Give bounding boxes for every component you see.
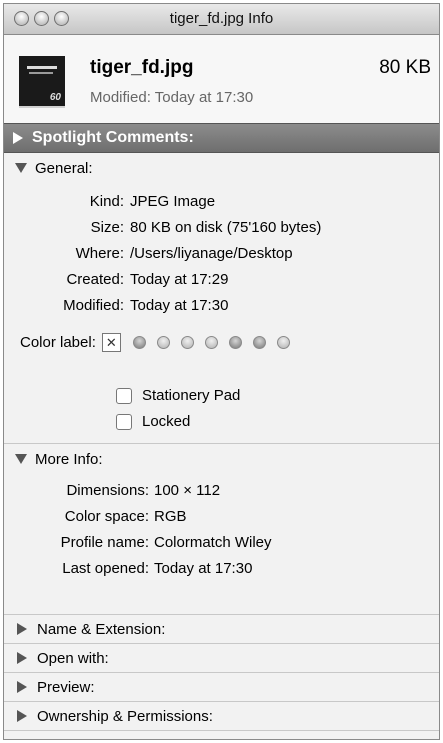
ownership-permissions-label: Ownership & Permissions: <box>37 707 213 725</box>
where-row: Where: /Users/liyanage/Desktop <box>4 245 293 262</box>
disclosure-right-icon <box>17 710 27 722</box>
modified-value: Today at 17:30 <box>130 297 229 314</box>
general-section: General: Kind: JPEG Image Size: 80 KB on… <box>4 153 439 444</box>
color-dot-green[interactable] <box>204 336 218 349</box>
thumbnail-number: 60 <box>49 92 61 103</box>
color-dot-gray[interactable] <box>276 336 290 349</box>
color-label-text: Color label: <box>20 334 96 351</box>
profile-name-row: Profile name: Colormatch Wiley <box>4 534 272 551</box>
color-dot-purple[interactable] <box>252 336 266 349</box>
more-info-header[interactable]: More Info: <box>4 444 439 474</box>
file-header: 60 tiger_fd.jpg 80 KB Modified: Today at… <box>4 35 439 123</box>
created-row: Created: Today at 17:29 <box>4 271 228 288</box>
created-value: Today at 17:29 <box>130 271 229 288</box>
modified-row: Modified: Today at 17:30 <box>4 297 228 314</box>
disclosure-down-icon <box>15 454 27 464</box>
ownership-permissions-header[interactable]: Ownership & Permissions: <box>4 702 439 731</box>
info-window: tiger_fd.jpg Info 60 tiger_fd.jpg 80 KB … <box>3 3 440 740</box>
where-value: /Users/liyanage/Desktop <box>130 245 293 262</box>
profile-name-key: Profile name: <box>60 534 149 551</box>
modified-key: Modified: <box>63 297 124 314</box>
locked-row[interactable]: Locked <box>116 413 190 430</box>
kind-row: Kind: JPEG Image <box>4 193 215 210</box>
color-space-value: RGB <box>154 508 187 525</box>
name-extension-label: Name & Extension: <box>37 620 166 638</box>
where-key: Where: <box>75 245 124 262</box>
last-opened-row: Last opened: Today at 17:30 <box>4 560 252 577</box>
disclosure-right-icon <box>13 132 23 144</box>
last-opened-key: Last opened: <box>62 560 149 577</box>
title-bar[interactable]: tiger_fd.jpg Info <box>4 4 439 35</box>
color-space-row: Color space: RGB <box>4 508 187 525</box>
stationery-pad-label: Stationery Pad <box>142 387 241 404</box>
stationery-pad-checkbox[interactable] <box>116 387 132 404</box>
color-dot-blue[interactable] <box>228 336 242 349</box>
dimensions-row: Dimensions: 100 × 112 <box>4 482 220 499</box>
file-name: tiger_fd.jpg <box>90 57 194 78</box>
name-extension-header[interactable]: Name & Extension: <box>4 615 439 644</box>
disclosure-down-icon <box>15 163 27 173</box>
spotlight-comments-label: Spotlight Comments: <box>32 129 194 146</box>
preview-label: Preview: <box>37 678 95 696</box>
locked-checkbox[interactable] <box>116 413 132 430</box>
profile-name-value: Colormatch Wiley <box>154 534 272 551</box>
file-thumbnail: 60 <box>19 56 65 108</box>
window-title: tiger_fd.jpg Info <box>169 10 274 27</box>
no-color-button[interactable]: ✕ <box>101 333 121 352</box>
color-label-row: Color label: ✕ <box>20 333 301 352</box>
locked-label: Locked <box>142 413 191 430</box>
more-info-section: More Info: Dimensions: 100 × 112 Color s… <box>4 444 439 615</box>
general-label: General: <box>35 159 93 177</box>
disclosure-right-icon <box>17 681 27 693</box>
last-opened-value: Today at 17:30 <box>154 560 253 577</box>
file-size: 80 KB <box>379 57 431 78</box>
preview-header[interactable]: Preview: <box>4 673 439 702</box>
created-key: Created: <box>66 271 124 288</box>
color-dot-yellow[interactable] <box>180 336 194 349</box>
color-space-key: Color space: <box>64 508 149 525</box>
dimensions-value: 100 × 112 <box>154 482 221 499</box>
disclosure-right-icon <box>17 623 27 635</box>
color-dot-orange[interactable] <box>156 336 170 349</box>
size-value: 80 KB on disk (75'160 bytes) <box>130 219 322 236</box>
open-with-label: Open with: <box>37 649 109 667</box>
color-dot-red[interactable] <box>132 336 146 349</box>
kind-key: Kind: <box>89 193 124 210</box>
more-info-label: More Info: <box>35 450 103 468</box>
kind-value: JPEG Image <box>130 193 216 210</box>
general-header[interactable]: General: <box>4 153 439 183</box>
open-with-header[interactable]: Open with: <box>4 644 439 673</box>
size-row: Size: 80 KB on disk (75'160 bytes) <box>4 219 322 236</box>
size-key: Size: <box>90 219 124 236</box>
stationery-pad-row[interactable]: Stationery Pad <box>116 387 240 404</box>
dimensions-key: Dimensions: <box>66 482 149 499</box>
disclosure-right-icon <box>17 652 27 664</box>
spotlight-comments-header[interactable]: Spotlight Comments: <box>4 123 439 153</box>
file-modified: Modified: Today at 17:30 <box>90 89 254 106</box>
